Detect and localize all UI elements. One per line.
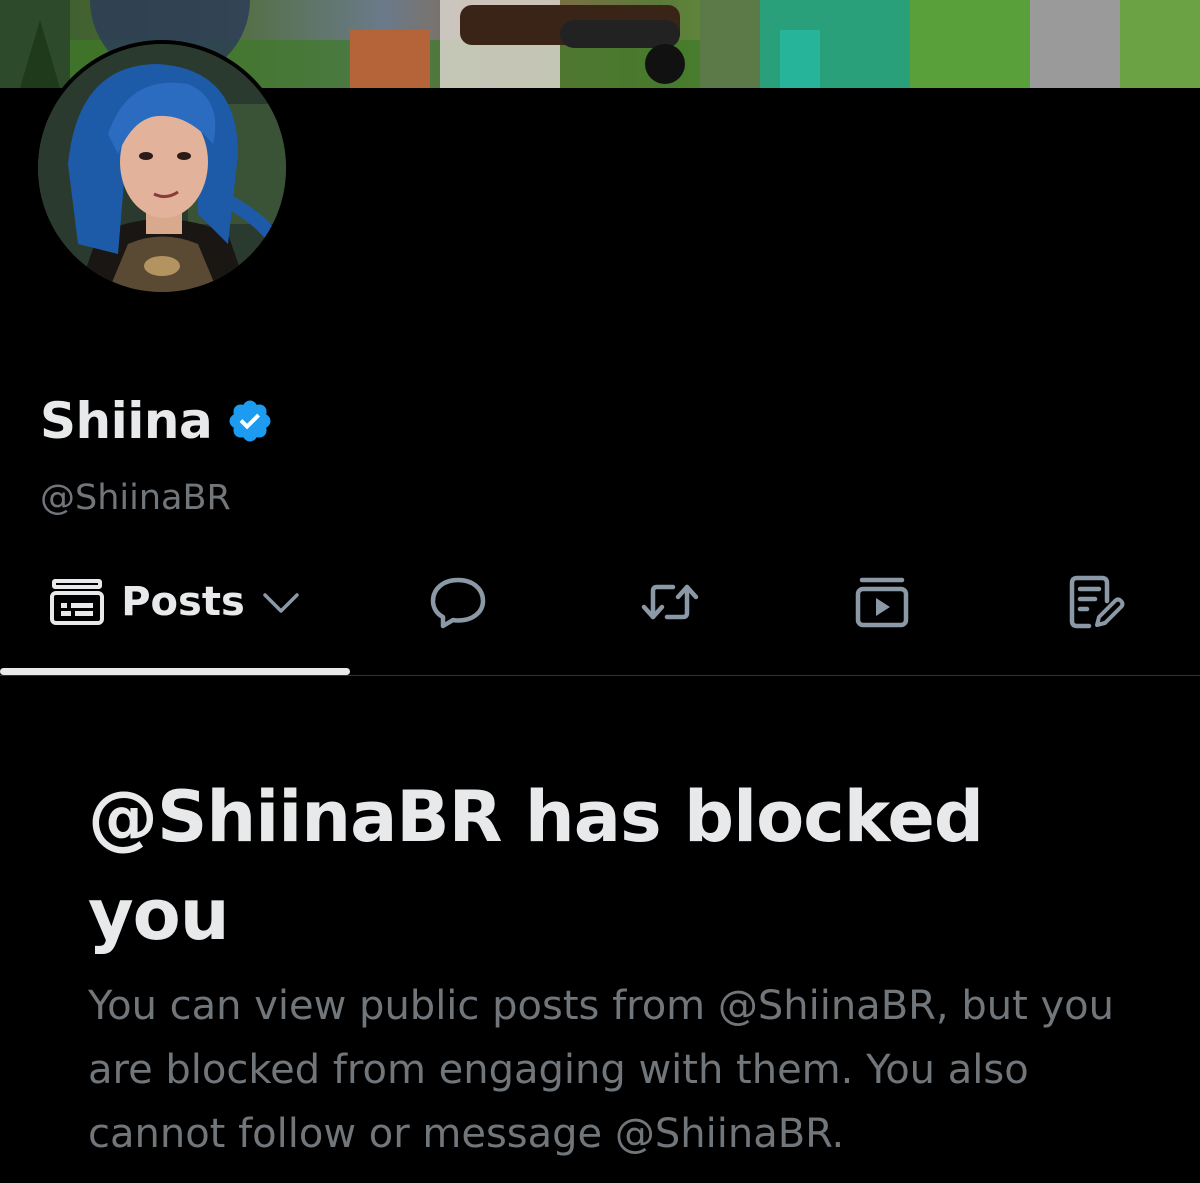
tab-articles[interactable] — [1038, 560, 1154, 644]
tab-posts-label: Posts — [121, 579, 245, 625]
tab-replies[interactable] — [400, 560, 516, 644]
tabs-divider — [0, 675, 1200, 676]
repost-icon — [639, 577, 701, 627]
avatar-image — [38, 44, 286, 292]
tab-reposts[interactable] — [612, 560, 728, 644]
blocked-title: @ShiinaBR has blocked you — [88, 776, 984, 956]
tab-media[interactable] — [824, 560, 940, 644]
profile-avatar[interactable] — [34, 40, 290, 296]
display-name: Shiina — [40, 392, 213, 450]
article-edit-icon — [1067, 573, 1125, 631]
tab-posts[interactable]: Posts — [0, 560, 350, 644]
profile-tabs: Posts — [0, 560, 1200, 676]
chevron-down-icon[interactable] — [261, 587, 301, 617]
media-play-icon — [854, 575, 910, 629]
active-tab-indicator — [0, 668, 350, 675]
timeline-icon — [49, 577, 105, 627]
profile-handle: @ShiinaBR — [40, 478, 231, 518]
speech-bubble-icon — [429, 574, 487, 630]
blocked-message: You can view public posts from @ShiinaBR… — [88, 983, 1114, 1157]
profile-name-row: Shiina — [40, 392, 274, 450]
verified-badge-icon[interactable] — [226, 397, 274, 445]
